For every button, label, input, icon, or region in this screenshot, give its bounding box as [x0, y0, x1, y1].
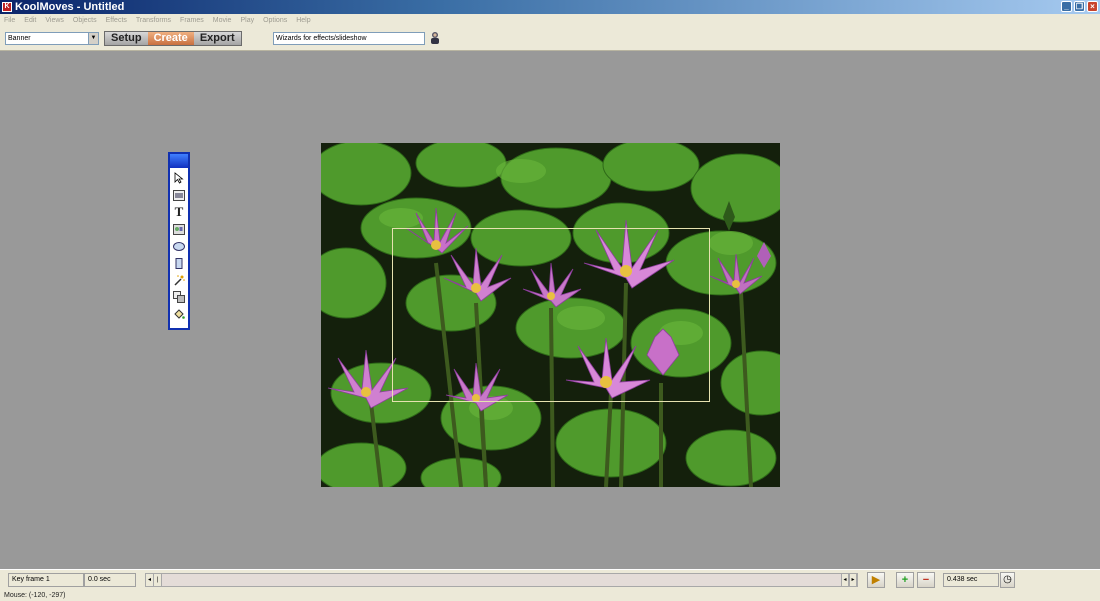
menu-edit[interactable]: Edit — [24, 17, 36, 24]
main-toolbar: Banner ▼ Setup Create Export Wizards for… — [0, 27, 1100, 51]
movie-stage[interactable] — [321, 143, 780, 487]
create-mode-button[interactable]: Create — [147, 32, 194, 45]
ellipse-tool-icon[interactable] — [172, 239, 186, 253]
menu-play[interactable]: Play — [240, 17, 254, 24]
title-bar: K KoolMoves - Untitled _ ❐ × — [0, 0, 1100, 14]
menu-file[interactable]: File — [4, 17, 15, 24]
tools-palette-handle[interactable] — [170, 154, 188, 168]
image-tool-icon[interactable] — [172, 188, 186, 202]
template-select[interactable]: Banner ▼ — [5, 32, 99, 45]
user-icon[interactable] — [429, 31, 441, 45]
menu-frames[interactable]: Frames — [180, 17, 204, 24]
transform-tool-icon[interactable] — [172, 290, 186, 304]
menu-bar: File Edit Views Objects Effects Transfor… — [0, 14, 1100, 27]
play-button[interactable]: ▶ — [867, 572, 885, 588]
workspace: T — [0, 51, 1100, 569]
chevron-down-icon[interactable]: ▼ — [88, 33, 98, 44]
status-bar: Mouse: (-120, -297) — [0, 590, 1100, 601]
export-mode-button[interactable]: Export — [193, 32, 241, 45]
menu-movie[interactable]: Movie — [213, 17, 232, 24]
timer-icon[interactable]: ◷ — [1000, 572, 1015, 588]
window-title: KoolMoves - Untitled — [15, 1, 125, 13]
menu-help[interactable]: Help — [296, 17, 310, 24]
banner-frame-outline[interactable] — [392, 228, 710, 402]
add-frame-button[interactable]: + — [896, 572, 914, 588]
restore-icon[interactable]: ❐ — [1074, 1, 1085, 12]
menu-views[interactable]: Views — [45, 17, 64, 24]
scroll-right-icon[interactable]: ▸ — [849, 574, 857, 586]
minimize-icon[interactable]: _ — [1061, 1, 1072, 12]
effects-wand-icon[interactable] — [172, 273, 186, 287]
timeline-scrubber[interactable]: ◂ | ◂ ▸ — [145, 573, 858, 587]
rectangle-tool-icon[interactable] — [172, 256, 186, 270]
frame-thumb[interactable]: | — [154, 574, 162, 586]
library-tool-icon[interactable] — [172, 222, 186, 236]
menu-options[interactable]: Options — [263, 17, 287, 24]
template-select-value: Banner — [8, 35, 31, 42]
key-frame-label: Key frame 1 — [8, 573, 84, 587]
menu-effects[interactable]: Effects — [106, 17, 127, 24]
menu-objects[interactable]: Objects — [73, 17, 97, 24]
mouse-position: Mouse: (-120, -297) — [4, 592, 66, 599]
text-tool-icon[interactable]: T — [172, 204, 186, 219]
wizard-field[interactable]: Wizards for effects/slideshow — [273, 32, 425, 45]
remove-frame-button[interactable]: − — [917, 572, 935, 588]
menu-transforms[interactable]: Transforms — [136, 17, 171, 24]
fill-bucket-icon[interactable] — [172, 307, 186, 321]
movie-duration-label: 0.438 sec — [943, 573, 999, 587]
tools-palette: T — [168, 152, 190, 330]
timeline-bar: Key frame 1 0.0 sec ◂ | ◂ ▸ ▶ + − 0.438 … — [0, 569, 1100, 590]
scroll-left-icon[interactable]: ◂ — [146, 574, 154, 586]
frame-time-label: 0.0 sec — [84, 573, 136, 587]
frame-prev-icon[interactable]: ◂ — [841, 574, 849, 586]
app-icon: K — [2, 2, 12, 12]
setup-mode-button[interactable]: Setup — [105, 32, 148, 45]
mode-switcher: Setup Create Export — [104, 31, 242, 46]
select-arrow-icon[interactable] — [172, 171, 186, 185]
close-icon[interactable]: × — [1087, 1, 1098, 12]
